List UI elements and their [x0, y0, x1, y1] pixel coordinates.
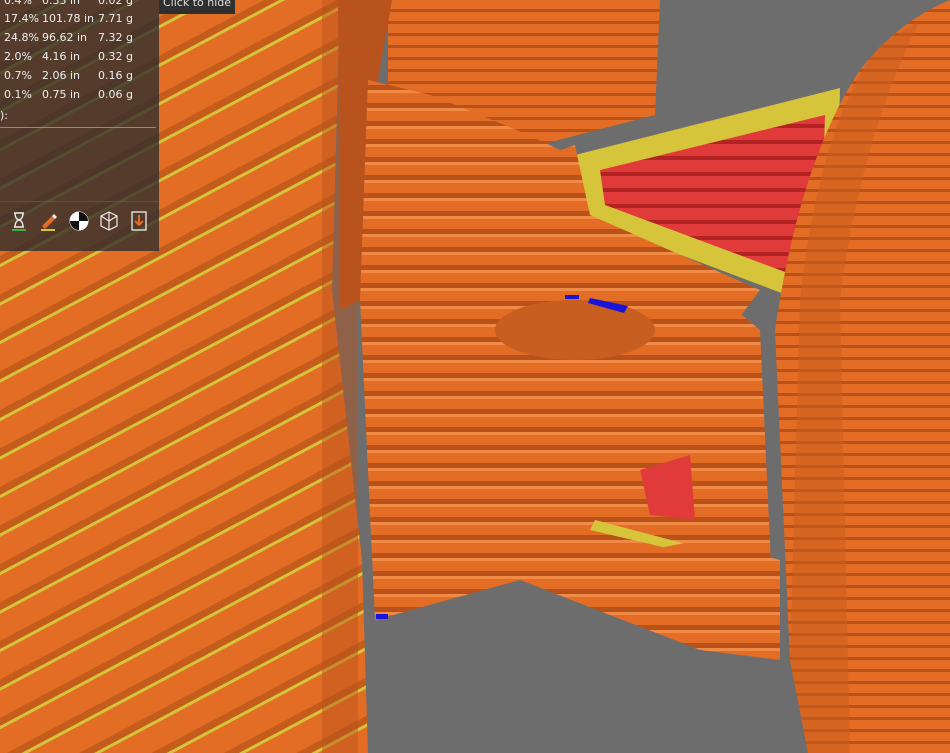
stat-weight: 0.32 g [98, 50, 133, 63]
stat-weight: 0.06 g [98, 88, 133, 101]
panel-divider [0, 127, 156, 128]
stat-weight: 0.02 g [98, 0, 133, 7]
wireframe-cube-icon[interactable] [98, 210, 120, 232]
stat-percent: 17.4% [4, 12, 39, 25]
dome-top-hole [495, 300, 655, 360]
click-to-hide-tooltip[interactable]: Click to hide [159, 0, 235, 14]
stat-length: 101.78 in [42, 12, 95, 25]
stat-percent: 0.4% [4, 0, 32, 7]
travel-move-mark [376, 614, 388, 619]
travel-move-mark [565, 295, 579, 299]
stat-weight: 0.16 g [98, 69, 133, 82]
stat-length: 96.62 in [42, 31, 88, 44]
stat-length: 2.06 in [42, 69, 81, 82]
stat-percent: 2.0% [4, 50, 32, 63]
moon-phase-icon[interactable] [68, 210, 90, 232]
edit-pencil-icon[interactable] [38, 210, 60, 232]
stat-percent: 24.8% [4, 31, 39, 44]
stat-length: 0.33 in [42, 0, 81, 7]
stat-weight: 7.71 g [98, 12, 133, 25]
preview-toolbar [0, 201, 159, 238]
stat-percent: 0.1% [4, 88, 32, 101]
stat-length: 0.75 in [42, 88, 81, 101]
hourglass-icon[interactable] [8, 210, 30, 232]
legend-stats-panel: 0.4% 0.33 in 0.02 g 17.4% 101.78 in 7.71… [0, 0, 159, 251]
export-icon[interactable] [128, 210, 150, 232]
stat-percent: 0.7% [4, 69, 32, 82]
stat-weight: 7.32 g [98, 31, 133, 44]
section-label: ): [0, 109, 8, 122]
stat-length: 4.16 in [42, 50, 81, 63]
